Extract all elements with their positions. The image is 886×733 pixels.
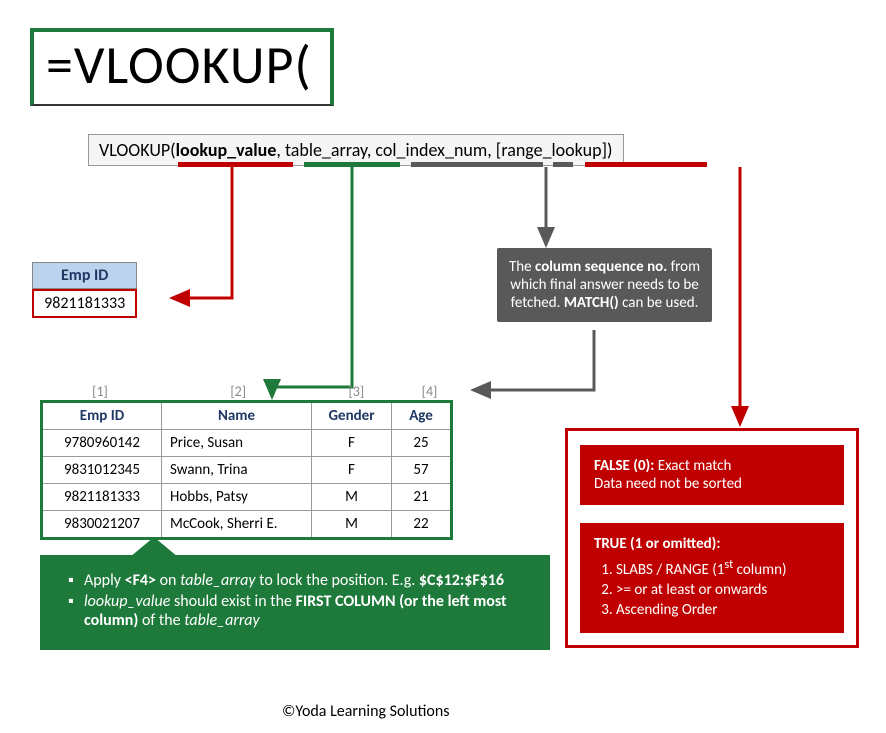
table-row: 9831012345Swann, TrinaF57 bbox=[42, 457, 452, 484]
formula-text: =VLOOKUP( bbox=[46, 32, 312, 98]
empid-box: Emp ID 9821181333 bbox=[32, 262, 137, 318]
col-index-callout: The column sequence no. from which final… bbox=[497, 248, 712, 322]
range-true-block: TRUE (1 or omitted): SLABS / RANGE (1st … bbox=[580, 523, 844, 633]
underline-lookup-value bbox=[178, 162, 293, 167]
table-row: 9830021207McCook, Sherri E.M22 bbox=[42, 511, 452, 539]
tooltip-rest: , table_array, col_index_num, [range_loo… bbox=[276, 139, 612, 161]
table-header-row: Emp ID Name Gender Age bbox=[42, 402, 452, 430]
empid-value: 9821181333 bbox=[32, 289, 137, 318]
underline-range-lookup bbox=[585, 162, 707, 167]
underline-bridge bbox=[553, 162, 573, 167]
formula-input-box[interactable]: =VLOOKUP( bbox=[30, 28, 334, 106]
tooltip-arg1: lookup_value bbox=[176, 139, 277, 161]
range-false-block: FALSE (0): Exact match Data need not be … bbox=[580, 445, 844, 505]
tooltip-fn: VLOOKUP( bbox=[99, 139, 176, 161]
underline-table-array bbox=[304, 162, 400, 167]
callout-line1: Apply <F4> on table_array to lock the po… bbox=[68, 571, 530, 590]
data-table: Emp ID Name Gender Age 9780960142Price, … bbox=[40, 400, 453, 540]
empid-header: Emp ID bbox=[32, 262, 137, 289]
callout-line2: lookup_value should exist in the FIRST C… bbox=[68, 592, 530, 630]
underline-col-index bbox=[411, 162, 543, 167]
copyright: ©Yoda Learning Solutions bbox=[282, 702, 450, 721]
column-numbers: [1] [2] [3] [4] bbox=[40, 383, 460, 400]
table-row: 9821181333Hobbs, PatsyM21 bbox=[42, 484, 452, 511]
table-array-callout: Apply <F4> on table_array to lock the po… bbox=[40, 555, 550, 650]
range-lookup-panel: FALSE (0): Exact match Data need not be … bbox=[565, 428, 859, 648]
table-row: 9780960142Price, SusanF25 bbox=[42, 430, 452, 457]
